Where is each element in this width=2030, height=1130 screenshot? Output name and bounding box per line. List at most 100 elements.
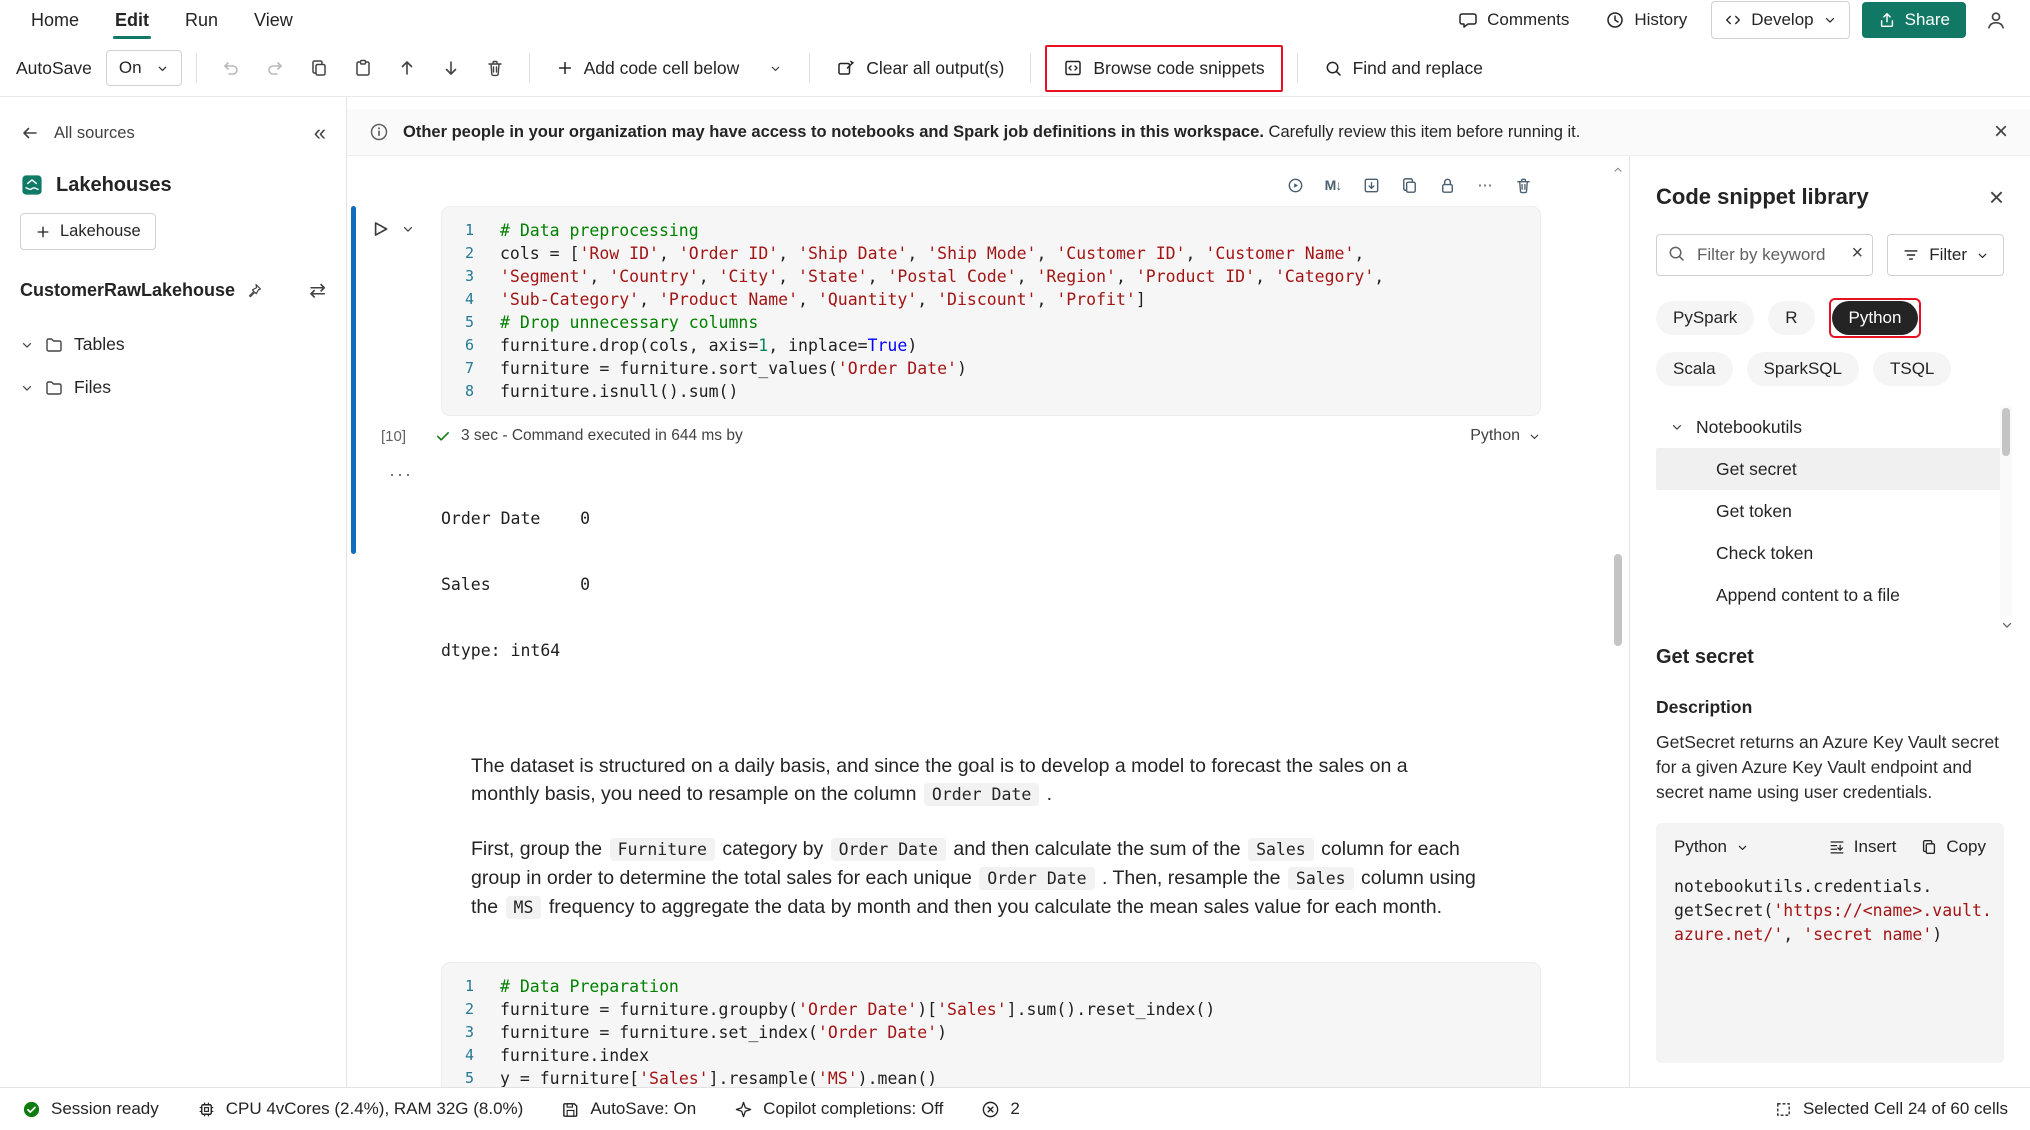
snippet-preview: Python Insert Copy [1656,823,2004,1063]
tree-item-files[interactable]: Files [0,366,346,409]
undo-button[interactable] [211,48,251,88]
scrollbar-thumb[interactable] [2002,408,2010,456]
run-options-chevron-icon[interactable] [395,216,421,242]
duplicate-cell-icon[interactable] [1391,170,1427,200]
add-code-cell-button[interactable]: Add code cell below [544,49,752,88]
panel-title: Code snippet library [1656,184,1869,210]
insert-button[interactable]: Insert [1828,837,1897,857]
copilot-status[interactable]: Copilot completions: Off [734,1099,943,1119]
move-cell-icon[interactable] [1353,170,1389,200]
snippet-detail-title: Get secret [1656,646,2004,669]
switch-lakehouse-icon[interactable]: ⇄ [309,278,326,303]
menu-view[interactable]: View [239,3,308,38]
resource-usage[interactable]: CPU 4vCores (2.4%), RAM 32G (8.0%) [197,1099,524,1119]
delete-cell-icon[interactable] [1505,170,1541,200]
close-icon[interactable]: × [1989,184,2004,210]
chip-r[interactable]: R [1768,301,1814,335]
run-cell-button[interactable] [367,216,393,242]
run-by-line-icon[interactable] [1277,170,1313,200]
chip-sparksql[interactable]: SparkSQL [1747,352,1859,386]
add-cell-dropdown[interactable] [755,48,795,88]
lock-cell-icon[interactable] [1429,170,1465,200]
session-status[interactable]: Session ready [22,1099,159,1119]
search-icon [1324,59,1343,78]
chevron-down-icon [20,381,34,395]
share-button[interactable]: Share [1862,2,1966,38]
back-arrow-icon[interactable] [20,123,40,143]
menu-right-actions: Comments History Develop Share [1446,1,2014,39]
clear-search-icon[interactable]: × [1852,242,1864,265]
snippet-search-input[interactable] [1656,234,1873,276]
account-avatar[interactable] [1978,2,2014,38]
lakehouse-tree: Tables Files [0,323,346,409]
snippet-item-get-token[interactable]: Get token [1656,490,2004,532]
autosave-toggle[interactable]: On [106,50,182,86]
comments-icon [1458,10,1478,30]
menu-home[interactable]: Home [16,3,94,38]
lakehouse-name[interactable]: CustomerRawLakehouse [20,280,235,301]
code-cell-1: 1# Data preprocessing2cols = ['Row ID', … [367,206,1541,416]
menu-run[interactable]: Run [170,3,233,38]
paste-cell-button[interactable] [343,48,383,88]
redo-button[interactable] [255,48,295,88]
filter-button[interactable]: Filter [1887,234,2004,276]
arrow-down-icon [441,58,461,78]
clear-outputs-icon [836,58,856,78]
more-options-icon[interactable]: ⋯ [1467,170,1503,200]
comments-button[interactable]: Comments [1446,2,1581,38]
convert-to-markdown-icon[interactable]: M↓ [1315,170,1351,200]
copy-button[interactable]: Copy [1920,837,1986,857]
history-button[interactable]: History [1593,2,1699,38]
scrollbar-thumb[interactable] [1614,554,1622,646]
snippet-item-append-content[interactable]: Append content to a file [1656,574,2004,616]
copilot-icon [734,1100,753,1119]
plus-icon [35,224,51,240]
find-and-replace-button[interactable]: Find and replace [1312,49,1495,88]
share-icon [1878,11,1896,29]
markdown-cell[interactable]: The dataset is structured on a daily bas… [471,752,1479,922]
chip-tsql[interactable]: TSQL [1873,352,1951,386]
chip-pyspark[interactable]: PySpark [1656,301,1754,335]
browse-code-snippets-button[interactable]: Browse code snippets [1051,49,1276,88]
autosave-status[interactable]: AutoSave: On [561,1099,696,1119]
person-icon [1985,9,2007,31]
code-editor[interactable]: 1# Data preprocessing2cols = ['Row ID', … [441,206,1541,416]
snippet-item-check-token[interactable]: Check token [1656,532,2004,574]
active-cell-indicator [351,206,356,554]
chip-scala[interactable]: Scala [1656,352,1733,386]
cell-language-selector[interactable]: Python [1470,427,1541,445]
cell-toolbar: M↓ ⋯ [441,170,1541,200]
add-lakehouse-button[interactable]: Lakehouse [20,213,156,250]
develop-icon [1724,11,1742,29]
chevron-down-icon [769,62,782,75]
scroll-down-icon[interactable] [2000,618,2014,632]
history-icon [1605,10,1625,30]
lakehouse-icon [20,173,44,197]
code-editor[interactable]: 1# Data Preparation2furniture = furnitur… [441,962,1541,1087]
snippet-item-get-secret[interactable]: Get secret [1656,448,2004,490]
snippet-group-notebookutils[interactable]: Notebookutils [1656,406,2004,448]
chip-python-selected[interactable]: Python [1832,301,1919,335]
pin-icon[interactable] [245,282,263,300]
all-sources-link[interactable]: All sources [54,124,135,143]
cell-output: ··· Order Date 0 Sales 0 dtype: int64 [367,464,1541,706]
snippet-language-selector[interactable]: Python [1674,837,1749,857]
develop-button[interactable]: Develop [1711,1,1849,39]
error-count[interactable]: 2 [981,1099,1019,1119]
collapse-pane-icon[interactable]: « [314,120,326,146]
copy-cell-button[interactable] [299,48,339,88]
menu-edit[interactable]: Edit [100,3,164,38]
output-options-icon[interactable]: ··· [367,464,441,706]
tree-item-tables[interactable]: Tables [0,323,346,366]
scroll-up-icon[interactable] [1612,164,1624,176]
clear-all-outputs-button[interactable]: Clear all output(s) [824,49,1016,88]
move-cell-down-button[interactable] [431,48,471,88]
delete-cell-button[interactable] [475,48,515,88]
success-check-icon [435,428,451,444]
divider [809,53,810,83]
move-cell-up-button[interactable] [387,48,427,88]
close-icon[interactable]: × [1994,118,2008,146]
output-text: Order Date 0 Sales 0 dtype: int64 [441,464,590,706]
notebook-scrollbar[interactable] [1612,164,1624,1079]
snippet-list-scrollbar[interactable] [2000,406,2012,616]
